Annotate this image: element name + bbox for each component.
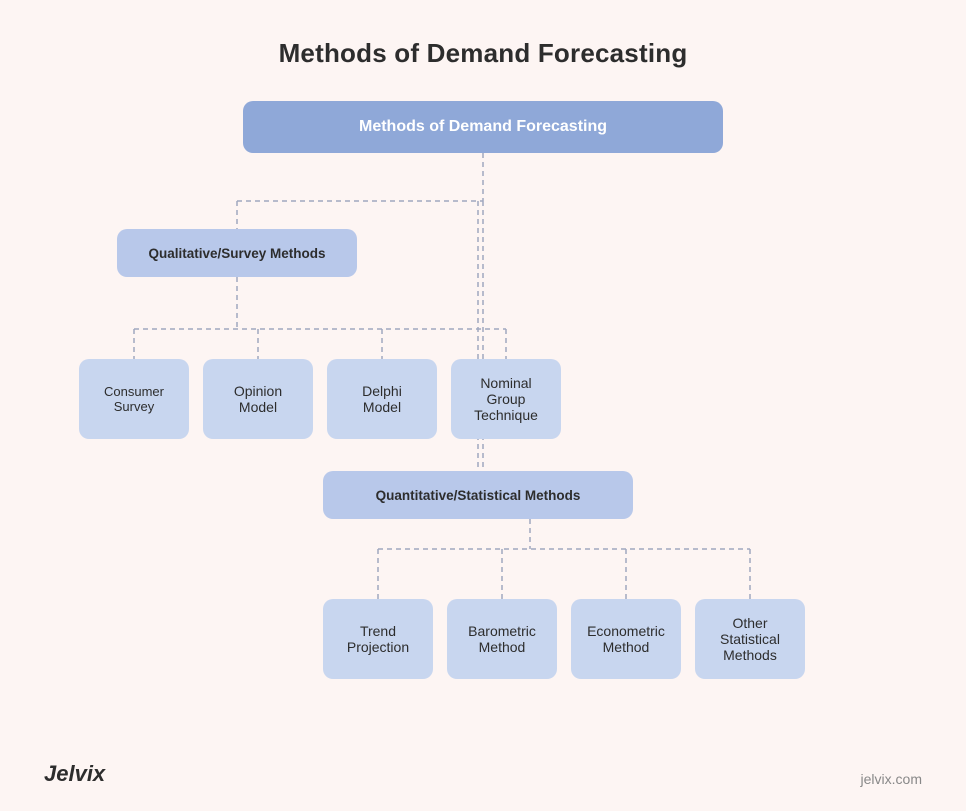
econometric-method-box: EconometricMethod — [571, 599, 681, 679]
page-title: Methods of Demand Forecasting — [279, 38, 688, 69]
page: Methods of Demand Forecasting — [0, 0, 966, 811]
root-box: Methods of Demand Forecasting — [243, 101, 723, 153]
quantitative-box: Quantitative/Statistical Methods — [323, 471, 633, 519]
qualitative-box: Qualitative/Survey Methods — [117, 229, 357, 277]
nominal-group-box: NominalGroupTechnique — [451, 359, 561, 439]
barometric-method-box: BarometricMethod — [447, 599, 557, 679]
brand-name: Jelvix — [44, 761, 105, 787]
other-statistical-box: OtherStatisticalMethods — [695, 599, 805, 679]
consumer-survey-box: ConsumerSurvey — [79, 359, 189, 439]
trend-projection-box: TrendProjection — [323, 599, 433, 679]
diagram: Methods of Demand Forecasting Qualitativ… — [43, 101, 923, 721]
opinion-model-box: OpinionModel — [203, 359, 313, 439]
footer-url: jelvix.com — [861, 771, 922, 787]
delphi-model-box: DelphiModel — [327, 359, 437, 439]
